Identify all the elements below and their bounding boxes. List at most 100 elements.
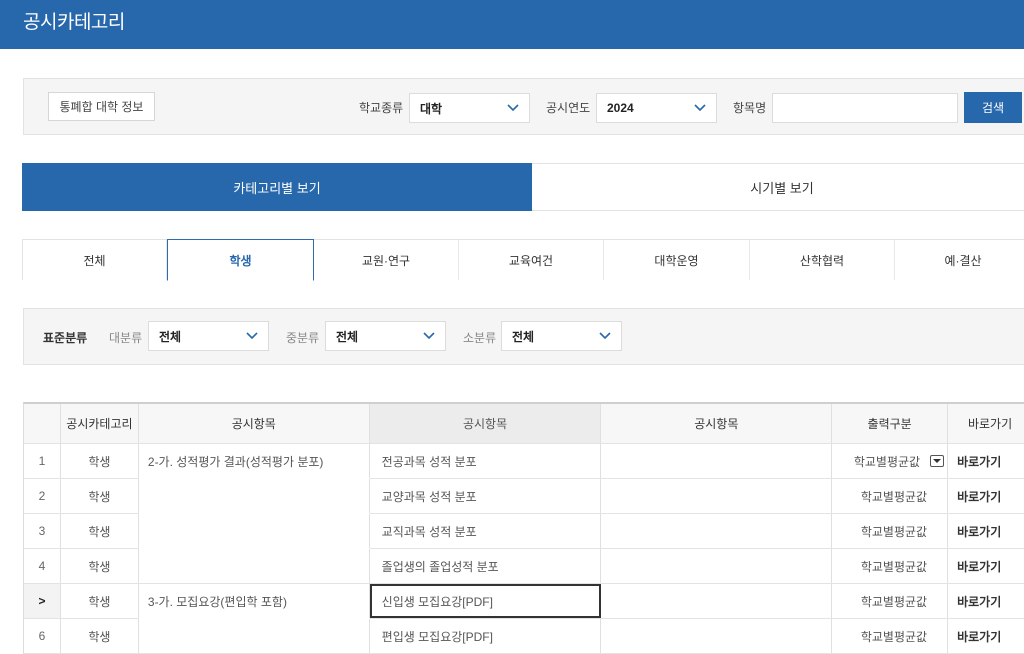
table-header-row: 공시카테고리 공시항목 공시항목 공시항목 출력구분 바로가기 [24, 404, 1024, 444]
column-header-item[interactable]: 공시항목 [139, 404, 370, 443]
page-title: 공시카테고리 [23, 12, 125, 33]
middle-category-value: 전체 [336, 329, 359, 344]
chevron-down-icon [423, 332, 435, 340]
major-category-label: 대분류 [109, 331, 143, 345]
item-cell [139, 479, 370, 513]
output-type-value: 학교별평균값 [860, 629, 928, 644]
extra-item-cell [601, 444, 833, 478]
column-header-sub-item[interactable]: 공시항목 [369, 404, 602, 443]
item-name-input[interactable] [772, 93, 958, 123]
minor-category-label: 소분류 [463, 331, 497, 345]
row-number: 1 [24, 444, 61, 478]
table-row[interactable]: 3 학생 교직과목 성적 분포 학교별평균값 바로가기 [24, 514, 1024, 549]
category-cell: 학생 [61, 444, 139, 478]
output-type-cell[interactable]: 학교별평균값 [832, 444, 949, 478]
output-type-cell[interactable]: 학교별평균값 [832, 584, 949, 618]
sub-item-cell[interactable]: 편입생 모집요강[PDF] [370, 619, 602, 653]
category-cell: 학생 [61, 584, 139, 618]
tab-budget-settlement[interactable]: 예·결산 [895, 239, 1024, 280]
extra-item-cell [601, 619, 833, 653]
middle-category-label: 중분류 [286, 331, 320, 345]
table-row[interactable]: 6 학생 편입생 모집요강[PDF] 학교별평균값 바로가기 [24, 619, 1024, 654]
chevron-down-icon [507, 104, 519, 112]
tab-faculty-research[interactable]: 교원·연구 [314, 239, 459, 280]
shortcut-link[interactable]: 바로가기 [948, 514, 1024, 548]
sub-item-cell[interactable]: 졸업생의 졸업성적 분포 [370, 549, 602, 583]
row-number: 3 [24, 514, 61, 548]
item-cell: 2-가. 성적평가 결과(성적평가 분포) [139, 444, 370, 478]
column-header-shortcut: 바로가기 [948, 404, 1024, 443]
disclosure-items-table: 공시카테고리 공시항목 공시항목 공시항목 출력구분 바로가기 1 학생 2-가. … [23, 402, 1024, 654]
category-cell: 학생 [61, 479, 139, 513]
output-type-value: 학교별평균값 [860, 524, 928, 539]
minor-category-select[interactable]: 전체 [501, 321, 622, 351]
shortcut-link[interactable]: 바로가기 [948, 549, 1024, 583]
item-cell: 3-가. 모집요강(편입학 포함) [139, 584, 370, 618]
output-type-cell[interactable]: 학교별평균값 [832, 549, 949, 583]
tab-university-operation[interactable]: 대학운영 [604, 239, 750, 280]
sub-item-cell[interactable]: 교양과목 성적 분포 [370, 479, 602, 513]
major-category-value: 전체 [159, 329, 182, 344]
output-type-value: 학교별평균값 [853, 454, 921, 469]
item-cell [139, 619, 370, 653]
table-row[interactable]: 4 학생 졸업생의 졸업성적 분포 학교별평균값 바로가기 [24, 549, 1024, 584]
year-select[interactable]: 2024 [596, 93, 717, 123]
major-category-select[interactable]: 전체 [148, 321, 269, 351]
tab-industry-cooperation[interactable]: 산학협력 [750, 239, 895, 280]
chevron-down-icon [246, 332, 258, 340]
extra-item-cell [601, 514, 833, 548]
category-tabs: 전체 학생 교원·연구 교육여건 대학운영 산학협력 예·결산 [22, 239, 1024, 281]
extra-item-cell [601, 479, 833, 513]
output-type-cell[interactable]: 학교별평균값 [832, 479, 949, 513]
shortcut-link[interactable]: 바로가기 [948, 584, 1024, 618]
view-mode-tabs: 카테고리별 보기 시기별 보기 [22, 163, 1024, 211]
chevron-down-icon [599, 332, 611, 340]
category-cell: 학생 [61, 619, 139, 653]
minor-category-value: 전체 [512, 329, 535, 344]
output-type-value: 학교별평균값 [860, 489, 928, 504]
item-cell [139, 549, 370, 583]
search-panel: 통폐합 대학 정보 학교종류 대학 공시연도 2024 항목명 검색 [23, 78, 1024, 135]
column-header-category[interactable]: 공시카테고리 [61, 404, 139, 443]
middle-category-select[interactable]: 전체 [325, 321, 446, 351]
output-type-cell[interactable]: 학교별평균값 [832, 619, 949, 653]
output-type-value: 학교별평균값 [860, 594, 928, 609]
item-name-label: 항목명 [733, 101, 767, 115]
school-type-label: 학교종류 [359, 101, 404, 115]
output-type-cell[interactable]: 학교별평균값 [832, 514, 949, 548]
output-type-value: 학교별평균값 [860, 559, 928, 574]
shortcut-link[interactable]: 바로가기 [948, 619, 1024, 653]
page-header: 공시카테고리 [0, 0, 1024, 49]
item-cell [139, 514, 370, 548]
shortcut-link[interactable]: 바로가기 [948, 479, 1024, 513]
school-type-select[interactable]: 대학 [409, 93, 530, 123]
dropdown-toggle-icon[interactable] [930, 455, 945, 467]
search-button[interactable]: 검색 [964, 92, 1022, 123]
row-number: 4 [24, 549, 61, 583]
year-value: 2024 [607, 101, 634, 115]
category-cell: 학생 [61, 549, 139, 583]
tab-all[interactable]: 전체 [22, 239, 167, 280]
sub-item-cell[interactable]: 교직과목 성적 분포 [370, 514, 602, 548]
sub-item-cell[interactable]: 전공과목 성적 분포 [370, 444, 602, 478]
row-selected-indicator: > [24, 584, 61, 618]
table-row[interactable]: > 학생 3-가. 모집요강(편입학 포함) 신입생 모집요강[PDF] 학교별평균값 바… [24, 584, 1024, 619]
shortcut-link[interactable]: 바로가기 [948, 444, 1024, 478]
column-header-output-type[interactable]: 출력구분 [832, 404, 949, 443]
sub-item-cell[interactable]: 신입생 모집요강[PDF] [369, 584, 602, 618]
tab-period-view[interactable]: 시기별 보기 [532, 163, 1024, 211]
table-row[interactable]: 1 학생 2-가. 성적평가 결과(성적평가 분포) 전공과목 성적 분포 학교별평균값… [24, 444, 1024, 479]
tab-category-view[interactable]: 카테고리별 보기 [22, 163, 532, 211]
merged-university-info-button[interactable]: 통폐합 대학 정보 [48, 92, 155, 121]
column-header-extra-item[interactable]: 공시항목 [601, 404, 833, 443]
tab-student[interactable]: 학생 [167, 239, 314, 281]
extra-item-cell [601, 549, 833, 583]
column-header-row-number [24, 404, 61, 443]
chevron-down-icon [694, 104, 706, 112]
school-type-value: 대학 [420, 101, 443, 116]
tab-education-conditions[interactable]: 교육여건 [459, 239, 604, 280]
standard-classification-filter: 표준분류 대분류 전체 중분류 전체 소분류 전체 [23, 308, 1024, 365]
category-cell: 학생 [61, 514, 139, 548]
table-row[interactable]: 2 학생 교양과목 성적 분포 학교별평균값 바로가기 [24, 479, 1024, 514]
row-number: 6 [24, 619, 61, 653]
